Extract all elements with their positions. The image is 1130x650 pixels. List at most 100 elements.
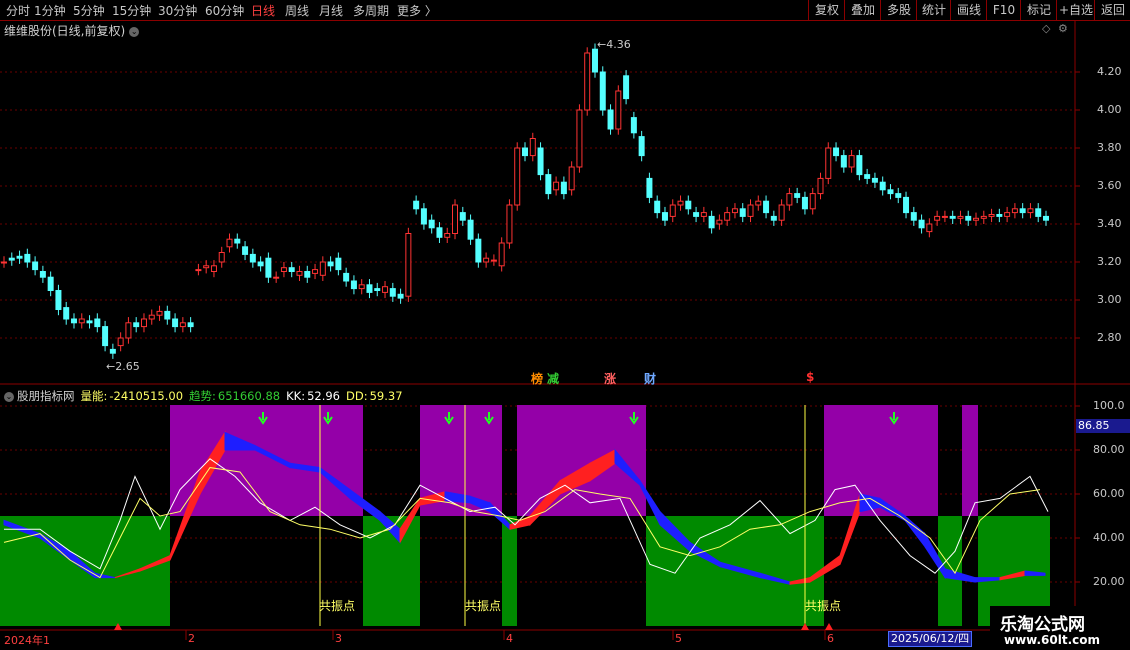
candle-body	[203, 265, 210, 269]
candle-body	[747, 204, 754, 217]
candle-body	[903, 196, 910, 214]
candle-body	[755, 200, 762, 206]
candle-body	[545, 174, 552, 195]
candle-body	[226, 238, 233, 248]
candle-body	[669, 204, 676, 217]
candle-body	[677, 200, 684, 206]
price-chart[interactable]	[0, 0, 1130, 650]
candle-body	[133, 322, 140, 328]
candle-body	[420, 208, 427, 225]
candle-body	[102, 326, 109, 347]
candle-body	[483, 257, 490, 263]
candle-body	[70, 318, 77, 324]
price-tick-label: 4.20	[1097, 65, 1122, 78]
price-tick-label: 3.40	[1097, 217, 1122, 230]
candle-body	[475, 238, 482, 263]
candle-body	[693, 212, 700, 217]
candle-body	[630, 117, 637, 134]
candle-body	[856, 155, 863, 176]
candle-body	[16, 255, 23, 259]
high-price-label: ←4.36	[597, 38, 631, 51]
resonance-label: 共振点	[465, 599, 502, 613]
candle-body	[731, 208, 738, 214]
candle-body	[918, 219, 925, 229]
event-tag[interactable]: 财	[644, 370, 656, 387]
qushi-value: 651660.88	[217, 389, 281, 403]
candle-body	[879, 181, 886, 191]
candle-body	[343, 272, 350, 282]
candle-body	[327, 261, 334, 267]
candle-body	[436, 227, 443, 238]
candle-body	[553, 181, 560, 191]
candle-body	[32, 261, 39, 271]
candle-body	[514, 147, 521, 206]
candle-body	[1011, 208, 1018, 214]
indicator-tick-label: 60.00	[1093, 487, 1125, 500]
event-tag[interactable]: $	[806, 370, 814, 384]
trend-ribbon	[904, 514, 926, 549]
candle-body	[39, 271, 46, 278]
overbought-zone	[962, 405, 978, 516]
candle-body	[833, 147, 840, 157]
candle-body	[623, 75, 630, 100]
candle-body	[591, 48, 598, 73]
watermark-line1: 乐淘公式网	[1000, 615, 1085, 635]
candle-body	[172, 318, 179, 328]
candle-body	[24, 253, 31, 263]
candle-body	[234, 238, 241, 244]
indicator-tick-label: 100.0	[1093, 399, 1125, 412]
candle-body	[350, 280, 357, 290]
indicator-name: 股朋指标网	[17, 389, 75, 403]
price-tick-label: 3.00	[1097, 293, 1122, 306]
event-tag[interactable]: 涨	[604, 370, 616, 387]
event-tag[interactable]: 榜	[531, 370, 543, 387]
qushi-label: 趋势:	[189, 389, 216, 403]
candle-body	[864, 174, 871, 179]
candle-body	[941, 215, 948, 218]
candle-body	[996, 214, 1003, 217]
candle-body	[786, 193, 793, 206]
time-tick-label: 6	[827, 632, 834, 645]
time-tick-label: 4	[506, 632, 513, 645]
candle-body	[452, 204, 459, 234]
price-tick-label: 3.20	[1097, 255, 1122, 268]
low-price-label: ←2.65	[106, 360, 140, 373]
candle-body	[218, 252, 225, 263]
price-tick-label: 2.80	[1097, 331, 1122, 344]
candle-body	[249, 253, 256, 263]
price-tick-label: 3.80	[1097, 141, 1122, 154]
candle-body	[78, 318, 85, 324]
time-tick-label: 3	[335, 632, 342, 645]
current-value-badge: 86.85	[1076, 419, 1130, 433]
candle-body	[576, 109, 583, 168]
candle-body	[405, 233, 412, 297]
candlesticks	[1, 43, 1049, 359]
event-tag[interactable]: 减	[547, 370, 559, 387]
candle-body	[770, 215, 777, 221]
resonance-label: 共振点	[319, 599, 356, 613]
chevron-down-icon[interactable]: ⌄	[4, 391, 14, 402]
candle-body	[949, 215, 956, 219]
candle-body	[778, 204, 785, 221]
candle-body	[685, 200, 692, 210]
oversold-zone	[502, 516, 517, 626]
indicator-tick-label: 80.00	[1093, 443, 1125, 456]
candle-body	[397, 293, 404, 299]
signal-triangle-icon	[825, 623, 833, 630]
candle-body	[374, 288, 381, 292]
dd-label: DD:	[346, 389, 368, 403]
watermark-line2: www.60lt.com	[1004, 633, 1101, 647]
overbought-zone	[517, 405, 646, 516]
candle-body	[615, 90, 622, 130]
candle-body	[1035, 208, 1042, 217]
candle-body	[382, 286, 389, 293]
candle-body	[94, 318, 101, 328]
candle-body	[840, 155, 847, 168]
cursor-date: 2025/06/12/四	[888, 631, 973, 647]
candle-body	[117, 337, 124, 347]
candle-body	[887, 189, 894, 195]
liangneng-value: -2410515.00	[109, 389, 184, 403]
kk-value: 52.96	[307, 389, 341, 403]
dd-value: 59.37	[369, 389, 403, 403]
candle-body	[1, 261, 7, 264]
